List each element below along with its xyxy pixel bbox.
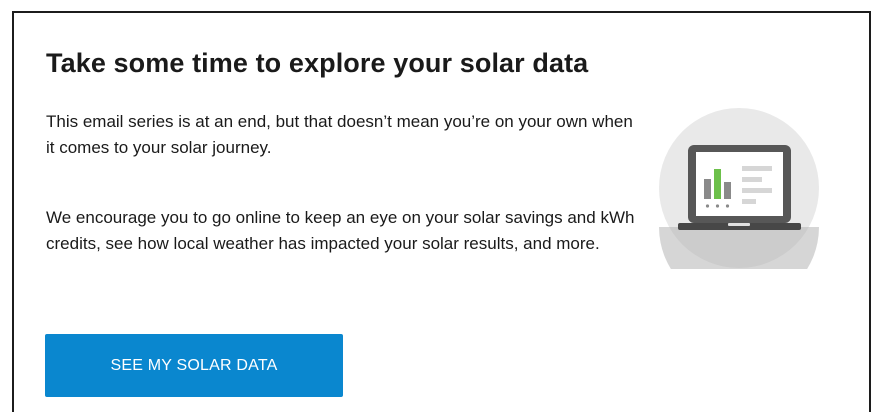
email-title: Take some time to explore your solar dat…	[46, 48, 589, 78]
email-card: Take some time to explore your solar dat…	[12, 11, 871, 412]
laptop-chart-icon	[659, 108, 819, 269]
list-line-icon	[742, 177, 762, 182]
list-line-icon	[742, 199, 756, 204]
chart-bar-icon	[714, 169, 721, 199]
chart-bar-icon	[724, 182, 731, 199]
chart-bar-icon	[704, 179, 711, 199]
list-line-icon	[742, 188, 772, 193]
see-my-solar-data-button[interactable]: SEE MY SOLAR DATA	[45, 334, 343, 397]
list-line-icon	[742, 166, 772, 171]
intro-paragraph: This email series is at an end, but that…	[46, 112, 633, 157]
encourage-paragraph: We encourage you to go online to keep an…	[46, 208, 635, 253]
